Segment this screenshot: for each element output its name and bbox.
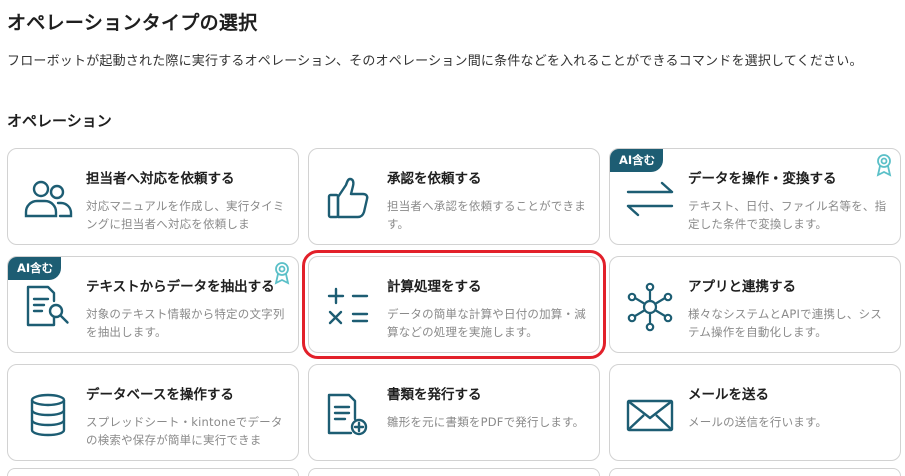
ai-badge: AI含む xyxy=(610,149,664,172)
network-icon xyxy=(627,282,673,332)
card-description: メールの送信を行います。 xyxy=(688,415,828,429)
award-icon xyxy=(274,262,290,285)
award-icon xyxy=(876,154,892,177)
card-title: 担当者へ対応を依頼する xyxy=(86,171,235,187)
operation-card-request-action[interactable]: 担当者へ対応を依頼する 対応マニュアルを作成し、実行タイミングに担当者へ対応を依… xyxy=(7,148,299,245)
card-title: アプリと連携する xyxy=(688,279,796,295)
card-title: 承認を依頼する xyxy=(387,171,482,187)
card-title: 書類を発行する xyxy=(387,387,482,403)
card-description: 対応マニュアルを作成し、実行タイミングに担当者へ対応を依頼しま xyxy=(86,199,285,231)
ai-badge: AI含む xyxy=(8,257,62,280)
operation-card-request-approval[interactable]: 承認を依頼する 担当者へ承認を依頼することができます。 xyxy=(308,148,600,245)
people-icon xyxy=(24,180,73,218)
card-description: データの簡単な計算や日付の加算・減算などの処理を実施します。 xyxy=(387,307,586,339)
page-description: フローボットが起動された際に実行するオペレーション、そのオペレーション間に条件な… xyxy=(7,54,863,69)
calculator-icon xyxy=(327,287,369,325)
database-icon xyxy=(30,393,66,437)
operation-card-extract-text[interactable]: AI含む テキストからデータを抽出する 対象のテキスト情報から特定の文字列を抽出… xyxy=(7,256,299,353)
operation-card-app-integration[interactable]: アプリと連携する 様々なシステムとAPIで連携し、システム操作を自動化します。 xyxy=(609,256,901,353)
card-title: データを操作・変換する xyxy=(688,171,837,187)
transform-arrows-icon xyxy=(626,181,674,217)
operation-card-send-mail[interactable]: メールを送る メールの送信を行います。 xyxy=(609,364,901,461)
card-description: スプレッドシート・kintoneでデータの検索や保存が簡単に実行できま xyxy=(86,415,283,447)
card-title: テキストからデータを抽出する xyxy=(86,279,275,295)
operation-card-transform-data[interactable]: AI含む データを操作・変換する テキスト、日付、ファイル名等を、指定した条件で… xyxy=(609,148,901,245)
card-description: 担当者へ承認を依頼することができます。 xyxy=(387,199,586,231)
page-title: オペレーションタイプの選択 xyxy=(7,12,258,34)
card-description: 対象のテキスト情報から特定の文字列を抽出します。 xyxy=(86,307,285,339)
mail-icon xyxy=(626,399,674,432)
operation-card-issue-document[interactable]: 書類を発行する 雛形を元に書類をPDFで発行します。 xyxy=(308,364,600,461)
card-title: 計算処理をする xyxy=(387,279,482,295)
card-title: データベースを操作する xyxy=(86,387,234,403)
operation-card-partial[interactable] xyxy=(7,468,299,476)
card-description: 雛形を元に書類をPDFで発行します。 xyxy=(387,415,585,429)
operation-card-calculation[interactable]: 計算処理をする データの簡単な計算や日付の加算・減算などの処理を実施します。 xyxy=(302,250,606,359)
operation-card-partial[interactable] xyxy=(308,468,600,476)
document-add-icon xyxy=(327,393,368,436)
operation-card-partial[interactable] xyxy=(609,468,901,476)
card-description: テキスト、日付、ファイル名等を、指定した条件で変換します。 xyxy=(688,199,887,231)
card-description: 様々なシステムとAPIで連携し、システム操作を自動化します。 xyxy=(688,307,882,339)
document-search-icon xyxy=(26,285,69,327)
section-title: オペレーション xyxy=(7,112,112,130)
card-title: メールを送る xyxy=(688,387,769,403)
thumbs-up-icon xyxy=(327,177,369,219)
operation-card-database[interactable]: データベースを操作する スプレッドシート・kintoneでデータの検索や保存が簡… xyxy=(7,364,299,461)
